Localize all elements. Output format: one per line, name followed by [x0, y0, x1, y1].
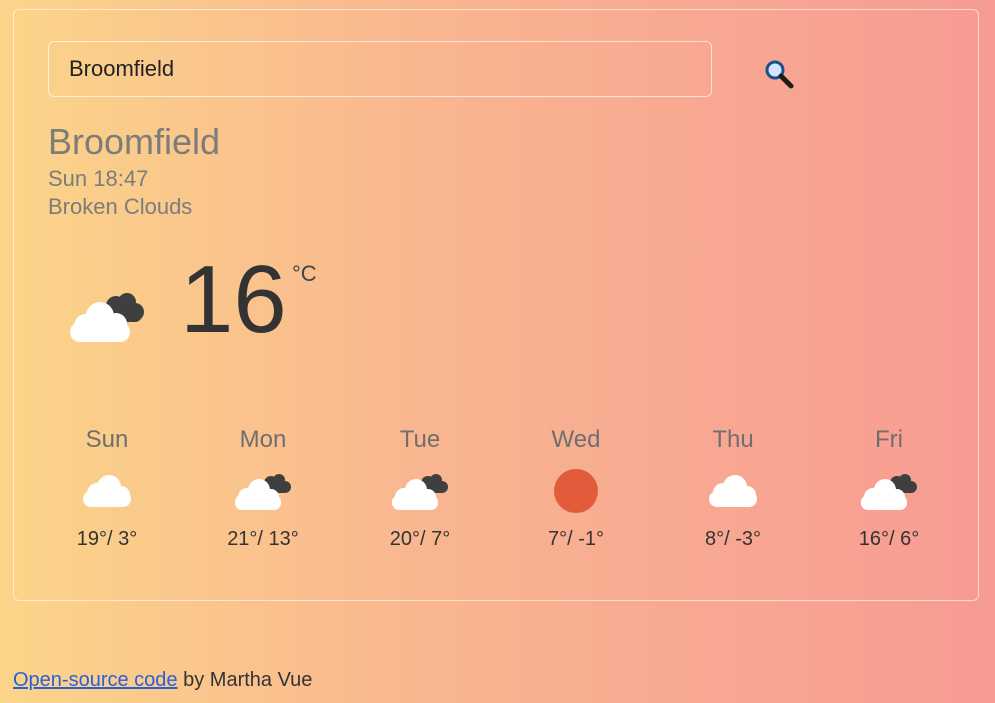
forecast-day: Tue 20°/ 7° [360, 424, 480, 551]
forecast-temps: 21°/ 13° [227, 528, 299, 550]
forecast-day: Fri 16°/ 6° [829, 424, 949, 551]
forecast-day: Sun 19°/ 3° [47, 424, 167, 551]
forecast-temps: 19°/ 3° [76, 528, 138, 550]
cloud-icon [47, 456, 167, 526]
forecast-day-name: Tue [399, 426, 441, 453]
broken-clouds-icon [203, 456, 323, 526]
broken-clouds-icon [829, 456, 949, 526]
forecast-day-name: Fri [875, 426, 903, 453]
current-datetime: Sun 18:47 [48, 166, 149, 191]
search-input[interactable] [48, 41, 712, 97]
search-icon [765, 60, 794, 89]
footer: Open-source code by Martha Vue [13, 669, 312, 692]
current-temperature: 16 [180, 246, 287, 353]
forecast-temps: 7°/ -1° [547, 528, 604, 550]
forecast-day-name: Thu [712, 426, 754, 453]
sun-icon [516, 456, 636, 526]
forecast-temps: 8°/ -3° [704, 528, 761, 550]
forecast-day-name: Wed [551, 426, 601, 453]
forecast-temps: 20°/ 7° [389, 528, 451, 550]
broken-clouds-icon [360, 456, 480, 526]
forecast-temps: 16°/ 6° [858, 528, 920, 550]
weather-card: Broomfield Sun 18:47 Broken Clouds 16 °C… [13, 9, 979, 601]
open-source-link[interactable]: Open-source code [13, 669, 178, 691]
forecast-day: Mon 21°/ 13° [203, 424, 323, 551]
cloud-icon [673, 456, 793, 526]
weather-description: Broken Clouds [48, 194, 193, 219]
temperature-unit: °C [292, 261, 317, 286]
forecast-day: Thu 8°/ -3° [673, 424, 793, 551]
city-name: Broomfield [48, 121, 221, 162]
search-button[interactable] [762, 57, 796, 91]
forecast-day-name: Sun [85, 426, 129, 453]
footer-author: by Martha Vue [177, 669, 313, 691]
forecast-day: Wed 7°/ -1° [516, 424, 636, 551]
forecast-day-name: Mon [239, 426, 287, 453]
broken-clouds-icon [64, 288, 146, 349]
